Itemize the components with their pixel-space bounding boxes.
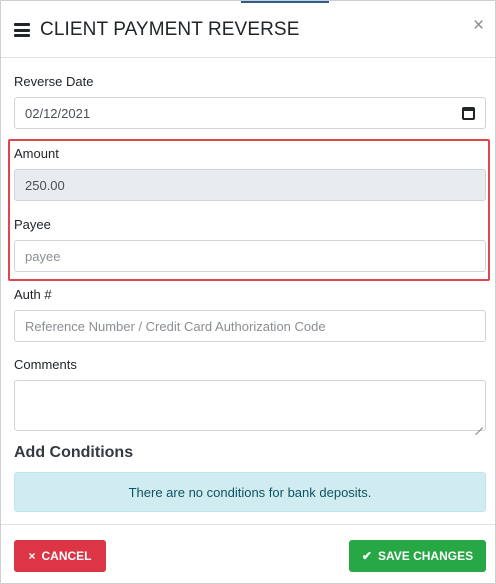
comments-label: Comments <box>14 357 77 372</box>
auth-label: Auth # <box>14 287 52 302</box>
add-conditions-heading: Add Conditions <box>14 444 134 461</box>
title-group: CLIENT PAYMENT REVERSE <box>14 19 299 41</box>
amount-field: 250.00 <box>14 169 486 201</box>
payee-input[interactable]: payee <box>14 240 486 272</box>
payee-label: Payee <box>14 217 51 232</box>
conditions-info-alert: There are no conditions for bank deposit… <box>14 472 486 512</box>
save-label: SAVE CHANGES <box>377 549 474 563</box>
hamburger-icon[interactable] <box>14 23 30 37</box>
amount-value: 250.00 <box>25 177 65 193</box>
modal-title: CLIENT PAYMENT REVERSE <box>40 19 300 40</box>
auth-placeholder: Reference Number / Credit Card Authoriza… <box>25 318 326 334</box>
cancel-button[interactable]: × CANCEL <box>14 540 106 572</box>
reverse-date-input[interactable]: 02/12/2021 <box>14 97 486 129</box>
times-icon: × <box>28 549 36 563</box>
calendar-icon[interactable] <box>462 107 475 120</box>
check-icon: ✔ <box>361 549 372 563</box>
reverse-date-label: Reverse Date <box>14 74 94 89</box>
comments-textarea[interactable] <box>14 380 486 431</box>
payment-reverse-modal: CLIENT PAYMENT REVERSE × Reverse Date 02… <box>0 0 496 584</box>
resize-handle-icon[interactable] <box>475 420 483 428</box>
modal-header: CLIENT PAYMENT REVERSE × <box>1 1 495 58</box>
save-changes-button[interactable]: ✔ SAVE CHANGES <box>349 540 486 572</box>
amount-label: Amount <box>14 146 59 161</box>
close-icon[interactable]: × <box>473 16 484 35</box>
payee-placeholder: payee <box>25 248 61 264</box>
auth-input[interactable]: Reference Number / Credit Card Authoriza… <box>14 310 486 342</box>
cancel-label: CANCEL <box>41 549 92 563</box>
reverse-date-value: 02/12/2021 <box>25 105 91 121</box>
conditions-message: There are no conditions for bank deposit… <box>128 484 372 500</box>
modal-footer: × CANCEL ✔ SAVE CHANGES <box>1 524 495 584</box>
